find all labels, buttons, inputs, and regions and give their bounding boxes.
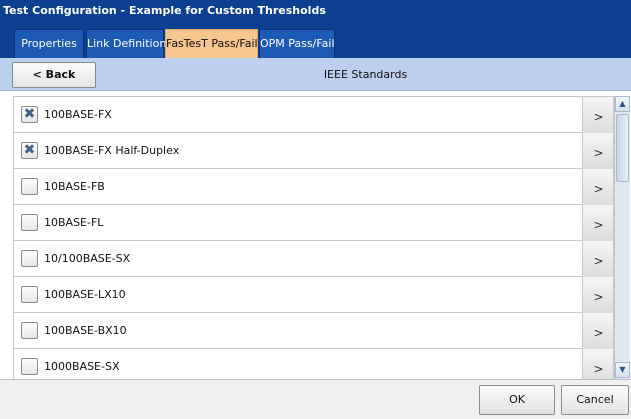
row-arrow-button[interactable]: >: [582, 169, 613, 205]
list-item-label: 100BASE-LX10: [44, 288, 126, 301]
list-item-label: 1000BASE-SX: [44, 360, 120, 373]
scroll-up-icon[interactable]: ▲: [615, 96, 630, 112]
checkbox[interactable]: [21, 250, 38, 267]
tab-fastest-pass-fail[interactable]: FasTesT Pass/Fail: [165, 29, 258, 58]
tab-link-definition[interactable]: Link Definition: [86, 29, 166, 58]
checkbox[interactable]: [21, 358, 38, 375]
checkbox[interactable]: [21, 214, 38, 231]
list-item-label: 100BASE-FX Half-Duplex: [44, 144, 180, 157]
scroll-thumb[interactable]: [616, 114, 629, 182]
checkbox[interactable]: [21, 286, 38, 303]
list-item-label: 100BASE-BX10: [44, 324, 127, 337]
list-item-100base-bx10[interactable]: 100BASE-BX10 >: [14, 313, 613, 349]
checkbox[interactable]: ✖: [21, 106, 38, 123]
cancel-button[interactable]: Cancel: [561, 385, 629, 415]
list-item-1000base-sx[interactable]: 1000BASE-SX >: [14, 349, 613, 379]
scroll-down-icon[interactable]: ▼: [615, 362, 630, 378]
row-arrow-button[interactable]: >: [582, 313, 613, 349]
tab-opm-pass-fail[interactable]: OPM Pass/Fail: [259, 29, 335, 58]
list-item-10base-fb[interactable]: 10BASE-FB >: [14, 169, 613, 205]
navigation-bar: < Back IEEE Standards: [0, 58, 631, 91]
page-title: IEEE Standards: [323, 68, 408, 81]
window-title: Test Configuration - Example for Custom …: [0, 0, 631, 22]
row-arrow-button[interactable]: >: [582, 97, 613, 133]
tab-properties[interactable]: Properties: [14, 29, 84, 58]
list-item-label: 10BASE-FL: [44, 216, 104, 229]
checkbox[interactable]: ✖: [21, 142, 38, 159]
ok-button[interactable]: OK: [479, 385, 555, 415]
checkbox[interactable]: [21, 178, 38, 195]
list-item-10base-fl[interactable]: 10BASE-FL >: [14, 205, 613, 241]
list-item-label: 10BASE-FB: [44, 180, 105, 193]
list-item-100base-fx[interactable]: ✖ 100BASE-FX >: [14, 97, 613, 133]
checkbox[interactable]: [21, 322, 38, 339]
list-item-label: 100BASE-FX: [44, 108, 112, 121]
footer-bar: OK Cancel: [0, 379, 631, 419]
tab-bar: Properties Link Definition FasTesT Pass/…: [0, 22, 631, 58]
check-mark-icon: ✖: [23, 142, 36, 158]
list-item-10-100base-sx[interactable]: 10/100BASE-SX >: [14, 241, 613, 277]
row-arrow-button[interactable]: >: [582, 241, 613, 277]
check-mark-icon: ✖: [23, 106, 36, 122]
vertical-scrollbar[interactable]: ▲ ▼: [614, 96, 630, 379]
list-item-label: 10/100BASE-SX: [44, 252, 131, 265]
row-arrow-button[interactable]: >: [582, 349, 613, 379]
standards-list: ✖ 100BASE-FX > ✖ 100BASE-FX Half-Duplex …: [13, 96, 614, 379]
list-item-100base-lx10[interactable]: 100BASE-LX10 >: [14, 277, 613, 313]
row-arrow-button[interactable]: >: [582, 277, 613, 313]
list-item-100base-fx-half-duplex[interactable]: ✖ 100BASE-FX Half-Duplex >: [14, 133, 613, 169]
row-arrow-button[interactable]: >: [582, 133, 613, 169]
back-button[interactable]: < Back: [12, 62, 96, 88]
row-arrow-button[interactable]: >: [582, 205, 613, 241]
standards-list-area: ✖ 100BASE-FX > ✖ 100BASE-FX Half-Duplex …: [0, 91, 631, 379]
